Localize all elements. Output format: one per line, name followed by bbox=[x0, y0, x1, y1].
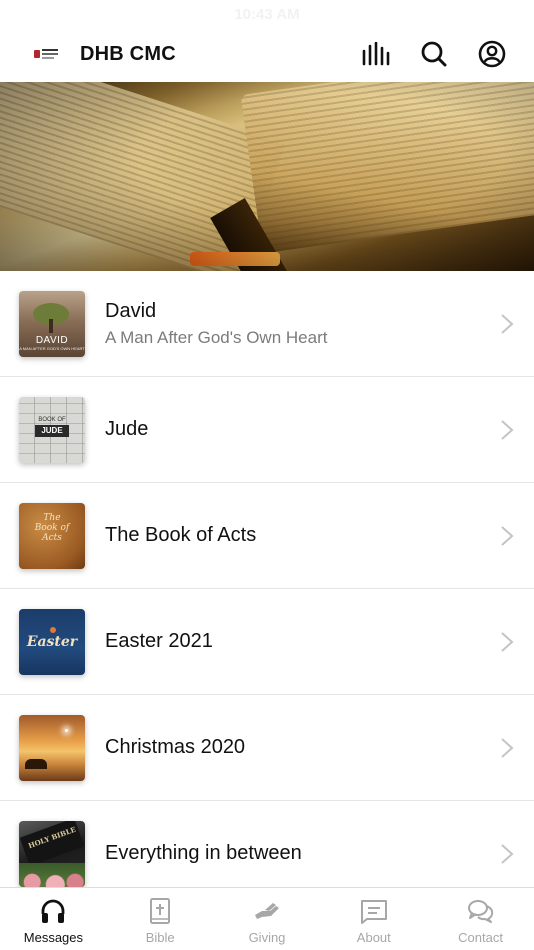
header-actions bbox=[360, 38, 508, 70]
series-thumbnail bbox=[19, 714, 85, 781]
tab-giving[interactable]: Giving bbox=[214, 888, 321, 950]
chevron-right-icon bbox=[501, 843, 514, 864]
series-title: Everything in between bbox=[105, 842, 302, 864]
chat-bubbles-icon bbox=[466, 896, 496, 926]
series-row-david[interactable]: DAVID A MAN AFTER GOD'S OWN HEART David … bbox=[0, 271, 534, 377]
series-row-easter[interactable]: Easter Easter 2021 bbox=[0, 589, 534, 695]
hero-banner-image bbox=[0, 82, 534, 271]
bars-chart-icon[interactable] bbox=[360, 38, 392, 70]
series-title: Christmas 2020 bbox=[105, 736, 246, 758]
about-card-icon bbox=[359, 896, 389, 926]
chevron-right-icon bbox=[501, 313, 514, 334]
tab-bible[interactable]: Bible bbox=[107, 888, 214, 950]
series-row-everything[interactable]: HOLY BIBLE Everything in between bbox=[0, 801, 534, 887]
headphones-icon bbox=[38, 896, 68, 926]
series-thumbnail: HOLY BIBLE bbox=[19, 820, 85, 887]
church-logo bbox=[34, 47, 58, 61]
series-title: David bbox=[105, 299, 157, 322]
status-time: 10:43 AM bbox=[234, 6, 300, 23]
status-bar: 10:43 AM bbox=[0, 0, 534, 26]
user-account-icon[interactable] bbox=[476, 38, 508, 70]
series-row-jude[interactable]: BOOK OF JUDE Jude bbox=[0, 377, 534, 483]
series-title: Easter 2021 bbox=[105, 630, 213, 652]
series-thumbnail: Easter bbox=[19, 608, 85, 675]
app-header: DHB CMC bbox=[0, 26, 534, 82]
series-thumbnail: The Book of Acts bbox=[19, 502, 85, 569]
bottom-tab-bar: Messages Bible Giving About Contact bbox=[0, 887, 534, 950]
series-subtitle: A Man After God's Own Heart bbox=[105, 327, 328, 347]
giving-hand-icon bbox=[252, 896, 282, 926]
bible-icon bbox=[145, 896, 175, 926]
chevron-right-icon bbox=[501, 631, 514, 652]
series-list: DAVID A MAN AFTER GOD'S OWN HEART David … bbox=[0, 271, 534, 887]
chevron-right-icon bbox=[501, 525, 514, 546]
app-title: DHB CMC bbox=[80, 42, 176, 65]
series-row-christmas[interactable]: Christmas 2020 bbox=[0, 695, 534, 801]
tab-messages[interactable]: Messages bbox=[0, 888, 107, 950]
tab-contact[interactable]: Contact bbox=[427, 888, 534, 950]
series-thumbnail: DAVID A MAN AFTER GOD'S OWN HEART bbox=[19, 290, 85, 357]
chevron-right-icon bbox=[501, 419, 514, 440]
series-title: The Book of Acts bbox=[105, 524, 257, 546]
series-title: Jude bbox=[105, 418, 149, 440]
chevron-right-icon bbox=[501, 737, 514, 758]
tab-about[interactable]: About bbox=[320, 888, 427, 950]
series-thumbnail: BOOK OF JUDE bbox=[19, 396, 85, 463]
search-icon[interactable] bbox=[418, 38, 450, 70]
series-row-acts[interactable]: The Book of Acts The Book of Acts bbox=[0, 483, 534, 589]
